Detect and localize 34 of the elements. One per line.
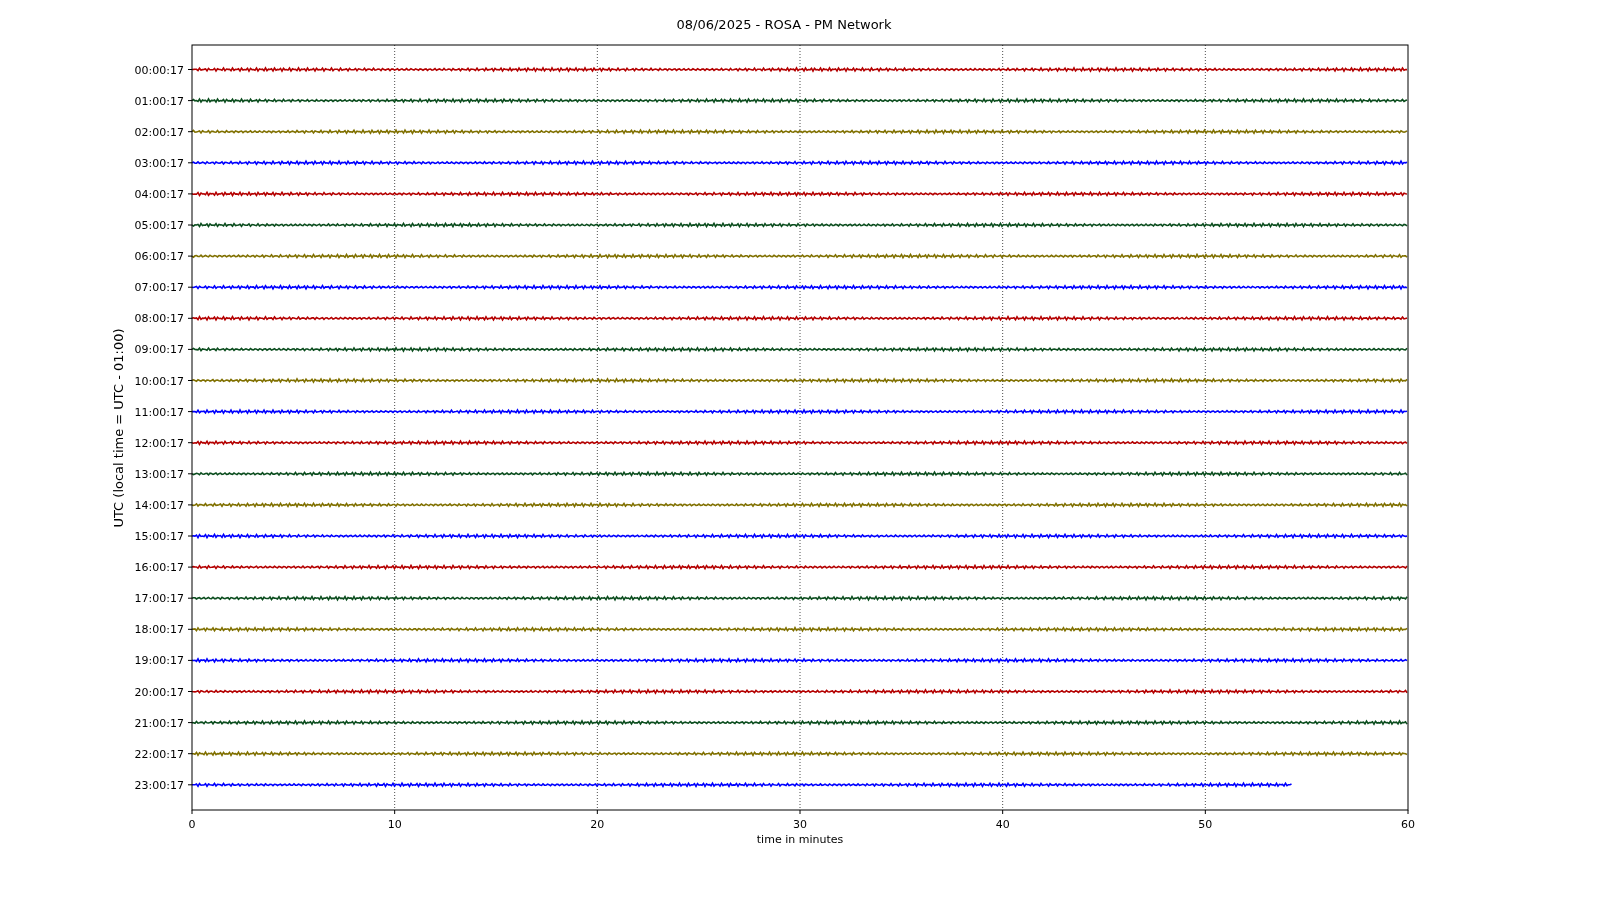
y-tick-label: 00:00:17: [134, 63, 184, 77]
y-tick-label: 12:00:17: [134, 436, 184, 450]
x-tick-label: 0: [188, 818, 196, 831]
x-tick-label: 30: [793, 818, 807, 831]
y-tick-label: 11:00:17: [134, 405, 184, 419]
y-tick-label: 02:00:17: [134, 125, 184, 139]
y-tick-label: 10:00:17: [134, 374, 184, 388]
y-tick-label: 21:00:17: [134, 716, 184, 730]
chart-title: 08/06/2025 - ROSA - PM Network: [676, 17, 892, 32]
y-tick-label: 07:00:17: [134, 281, 184, 295]
y-tick-label: 09:00:17: [134, 343, 184, 357]
x-axis-label: time in minutes: [756, 833, 844, 846]
y-tick-label: 01:00:17: [134, 94, 184, 108]
y-tick-label: 05:00:17: [134, 219, 184, 232]
y-tick-label: 16:00:17: [134, 561, 184, 575]
y-tick-label: 19:00:17: [134, 654, 184, 668]
y-tick-label: 14:00:17: [134, 498, 184, 512]
y-tick-label: 08:00:17: [134, 312, 184, 326]
x-tick-label: 60: [1401, 818, 1415, 831]
x-tick-label: 50: [1198, 818, 1213, 831]
y-tick-label: 20:00:17: [134, 685, 184, 699]
y-tick-label: 04:00:17: [134, 187, 184, 201]
y-tick-label: 15:00:17: [134, 530, 184, 543]
y-tick-label: 17:00:17: [134, 592, 184, 606]
y-tick-label: 22:00:17: [134, 747, 184, 761]
y-tick-label: 06:00:17: [134, 250, 184, 264]
y-tick-label: 03:00:17: [134, 156, 184, 170]
y-tick-label: 23:00:17: [134, 778, 184, 792]
y-axis-label: UTC (local time = UTC - 01:00): [111, 328, 126, 528]
x-tick-label: 20: [590, 818, 605, 831]
y-tick-label: 18:00:17: [134, 623, 184, 637]
y-tick-label: 13:00:17: [134, 467, 184, 481]
x-tick-label: 40: [995, 818, 1010, 831]
x-tick-label: 10: [387, 818, 402, 831]
